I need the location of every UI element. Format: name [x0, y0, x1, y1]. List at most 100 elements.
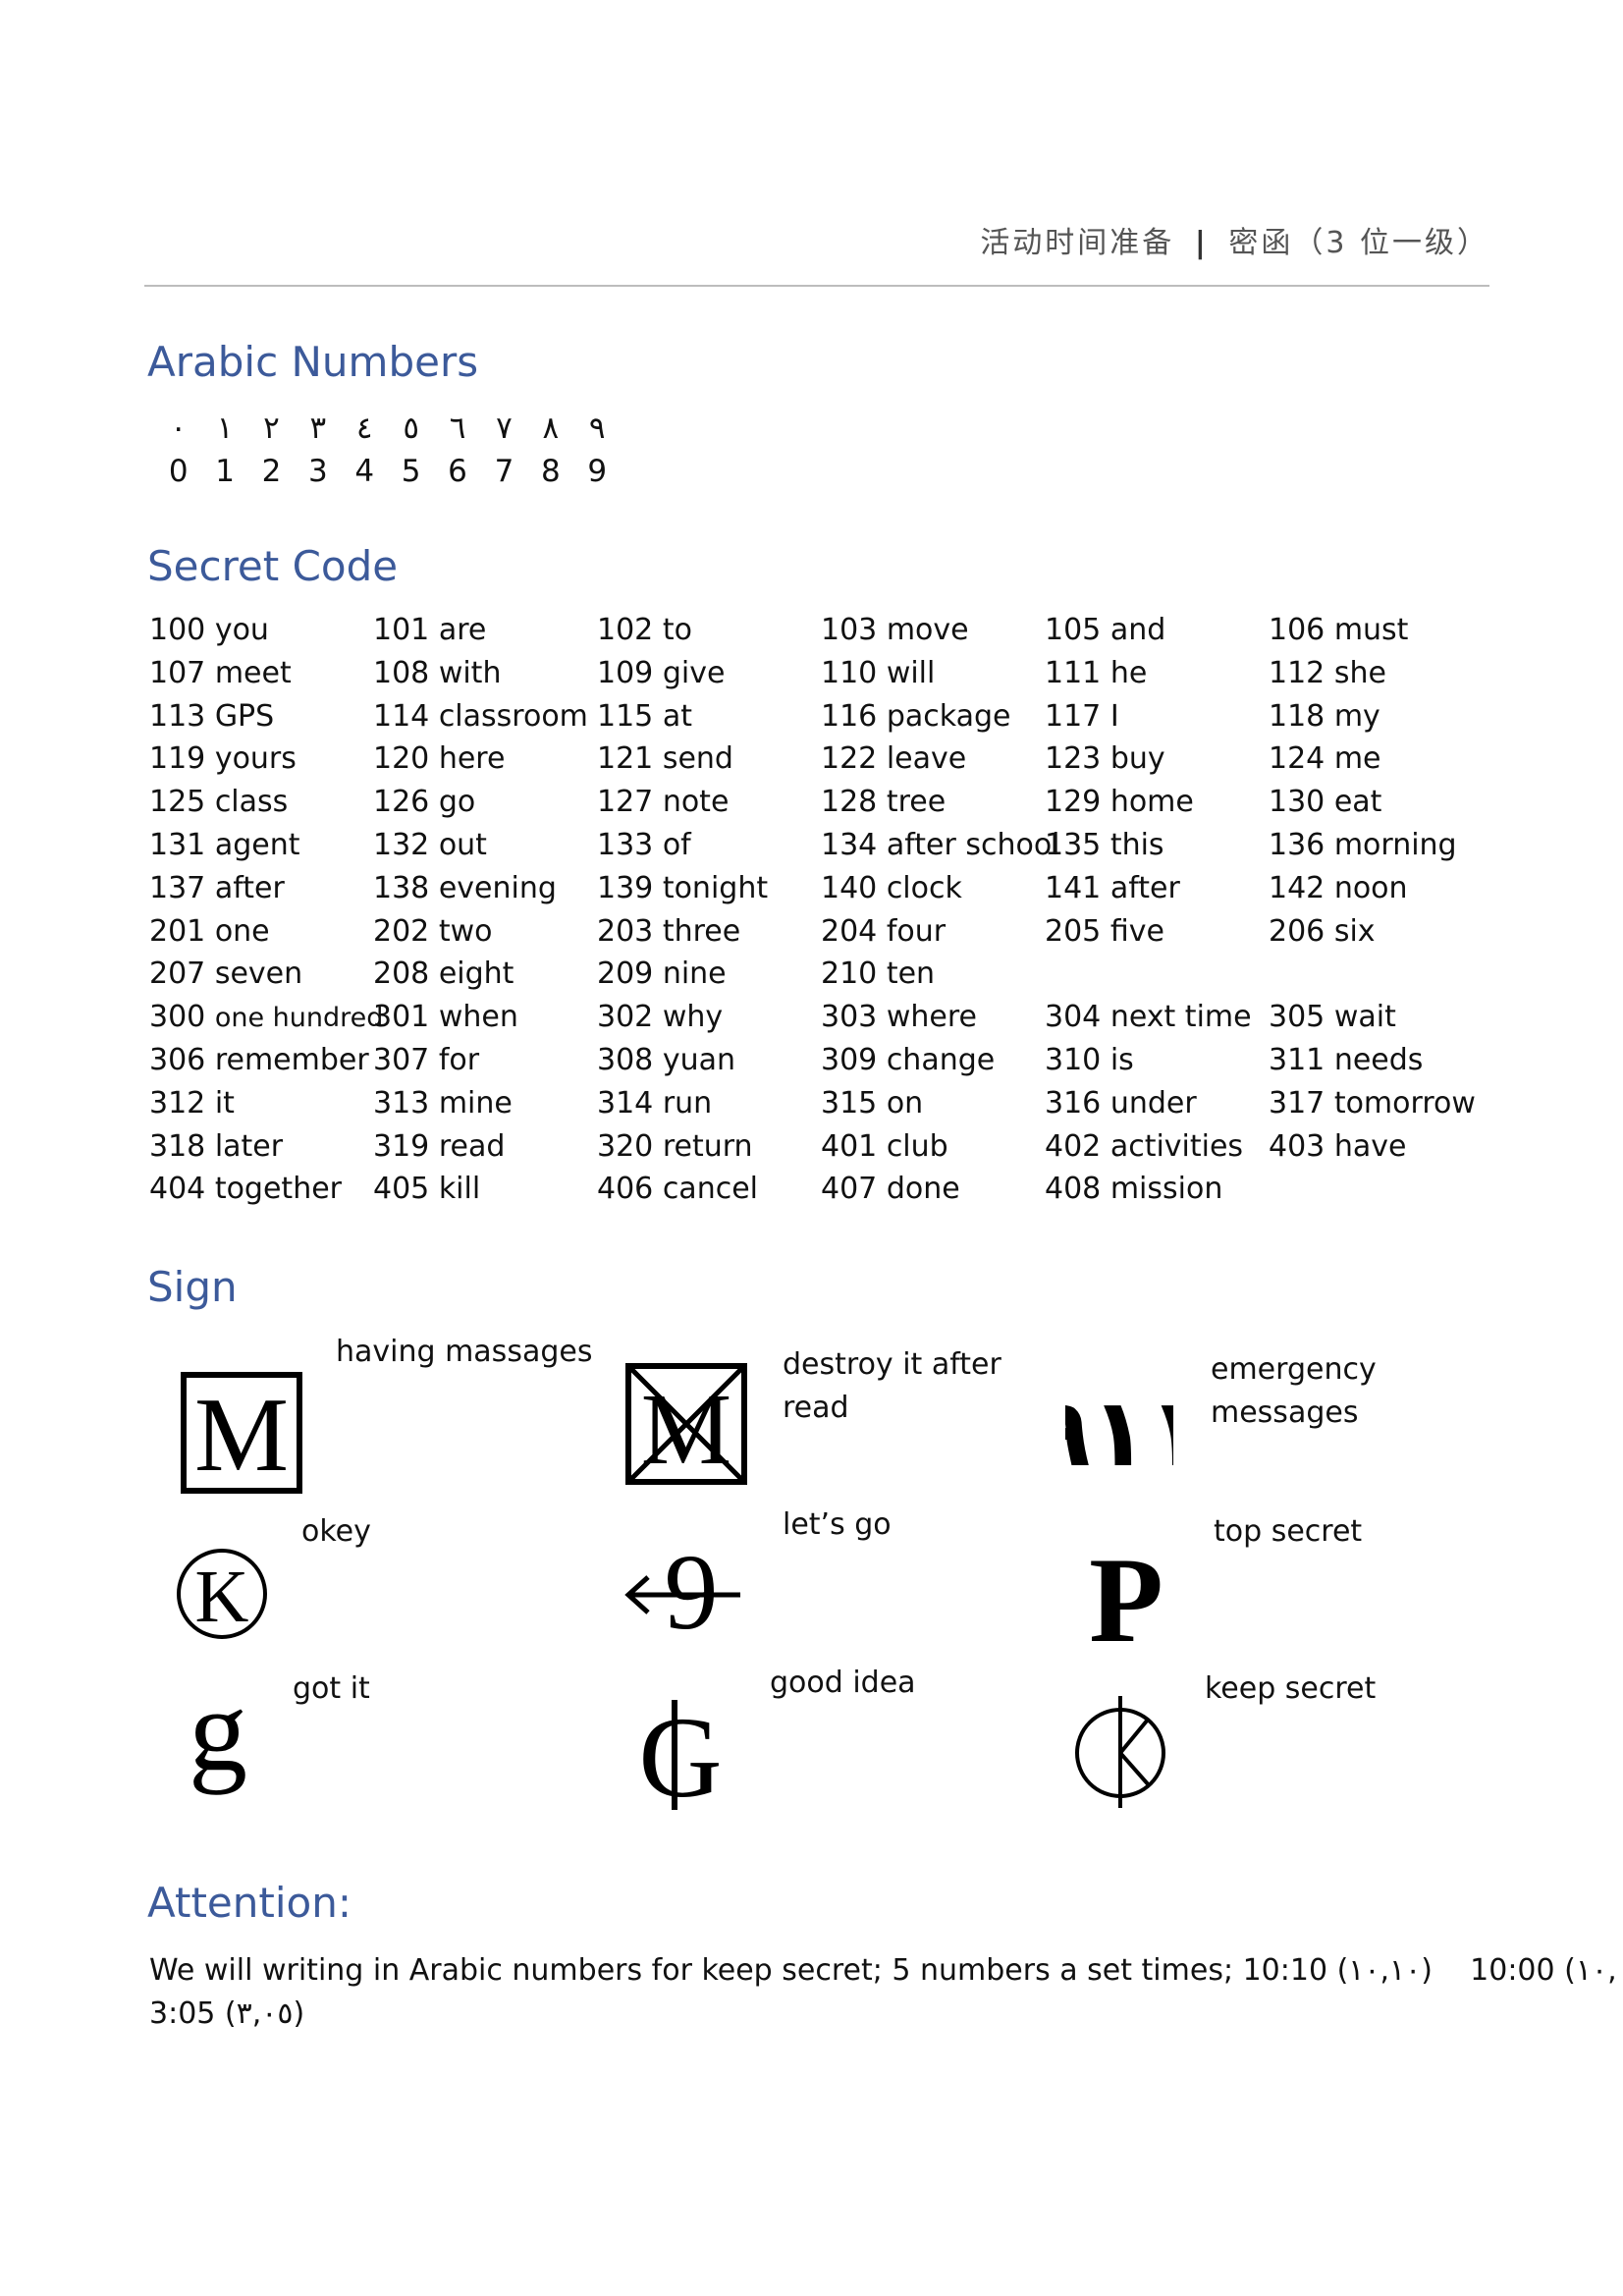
- arabic-digit: ١: [216, 410, 234, 446]
- code-word: after: [214, 870, 285, 905]
- code-word: mission: [1109, 1172, 1223, 1207]
- code-number: 128: [821, 785, 878, 820]
- code-number: 140: [821, 870, 878, 905]
- code-entry: 303 where: [821, 1000, 1045, 1043]
- code-number: 131: [149, 827, 206, 862]
- arabic-digit: ٣: [309, 410, 327, 446]
- code-number: 204: [821, 913, 878, 949]
- code-entry: 402 activities: [1045, 1129, 1269, 1173]
- good-idea-label: good idea: [770, 1666, 916, 1700]
- code-word: buy: [1109, 741, 1165, 777]
- code-number: 303: [821, 1000, 878, 1035]
- svg-text:٩١١: ٩١١: [1065, 1378, 1173, 1483]
- code-entry: 319 read: [373, 1129, 597, 1173]
- code-number: 101: [373, 613, 430, 647]
- code-entry: 207 seven: [149, 957, 373, 1000]
- code-number: 142: [1269, 870, 1325, 905]
- code-number: 302: [597, 1000, 654, 1035]
- code-word: tonight: [662, 870, 769, 905]
- code-word: after: [1109, 870, 1180, 905]
- svg-text:9: 9: [665, 1538, 719, 1646]
- arabic-digit: ٠: [170, 410, 188, 446]
- western-digit: 8: [540, 454, 561, 489]
- code-entry: 206 six: [1269, 914, 1492, 957]
- code-word: class: [214, 785, 289, 820]
- code-number: 402: [1045, 1128, 1102, 1164]
- code-entry: 114 classroom: [373, 699, 597, 742]
- code-number: 106: [1269, 613, 1325, 647]
- code-entry: 103 move: [821, 613, 1045, 656]
- code-word: later: [214, 1128, 284, 1164]
- code-number: 407: [821, 1172, 878, 1207]
- svg-text:G: G: [638, 1696, 722, 1812]
- code-number: 313: [373, 1085, 430, 1121]
- code-number: 110: [821, 655, 878, 690]
- code-number: 301: [373, 1000, 430, 1035]
- having-messages-label: having massages: [336, 1335, 593, 1369]
- code-number: 300: [149, 1000, 206, 1035]
- code-number: 123: [1045, 741, 1102, 777]
- code-word: one: [214, 913, 270, 949]
- code-word: clock: [886, 870, 962, 905]
- code-number: 209: [597, 957, 654, 992]
- code-word: go: [438, 785, 476, 820]
- code-entry: 109 give: [597, 656, 821, 699]
- code-word: on: [886, 1085, 924, 1121]
- code-entry: 315 on: [821, 1086, 1045, 1129]
- code-entry: [1269, 1172, 1492, 1215]
- code-word: noon: [1333, 870, 1408, 905]
- code-entry: 320 return: [597, 1129, 821, 1173]
- code-number: 127: [597, 785, 654, 820]
- arabic-digit: ٥: [403, 410, 419, 446]
- code-entry: 125 class: [149, 785, 373, 828]
- code-entry: 121 send: [597, 741, 821, 785]
- code-word: six: [1333, 913, 1376, 949]
- code-word: me: [1333, 741, 1381, 777]
- code-number: 404: [149, 1172, 206, 1207]
- code-entry: 132 out: [373, 828, 597, 871]
- code-number: 318: [149, 1128, 206, 1164]
- code-number: 120: [373, 741, 430, 777]
- code-word: cancel: [662, 1172, 758, 1207]
- code-word: you: [214, 613, 269, 647]
- emergency-label: emergency messages: [1211, 1352, 1377, 1430]
- western-digit: 1: [215, 454, 235, 489]
- western-digit: 6: [448, 454, 467, 489]
- code-word: morning: [1333, 827, 1457, 862]
- code-number: 116: [821, 698, 878, 734]
- code-word: kill: [438, 1172, 481, 1207]
- code-entry: 120 here: [373, 741, 597, 785]
- page-header: 活动时间准备 | 密函（3 位一级）: [144, 218, 1489, 261]
- code-number: 105: [1045, 613, 1102, 647]
- code-word: home: [1109, 785, 1194, 820]
- code-number: 403: [1269, 1128, 1325, 1164]
- code-word: must: [1333, 613, 1409, 647]
- code-number: 316: [1045, 1085, 1102, 1121]
- arabic-digit: ٦: [449, 410, 466, 446]
- western-digit: 9: [587, 454, 608, 489]
- code-number: 102: [597, 613, 654, 647]
- western-digit: 0: [168, 454, 189, 489]
- code-word: under: [1109, 1085, 1197, 1121]
- code-number: 100: [149, 613, 206, 647]
- code-number: 306: [149, 1042, 206, 1077]
- code-word: eat: [1333, 785, 1382, 820]
- arabic-digits-row: ٠١٢٣٤٥٦٧٨٩: [155, 410, 621, 446]
- code-number: 405: [373, 1172, 430, 1207]
- code-entry: [1045, 957, 1269, 1000]
- code-number: 121: [597, 741, 654, 777]
- code-entry: 115 at: [597, 699, 821, 742]
- top-secret-label: top secret: [1214, 1514, 1363, 1549]
- code-word: I: [1109, 698, 1119, 734]
- code-number: 210: [821, 957, 878, 992]
- code-entry: 107 meet: [149, 656, 373, 699]
- code-entry: 317 tomorrow: [1269, 1086, 1492, 1129]
- code-entry: 138 evening: [373, 871, 597, 914]
- code-number: 408: [1045, 1172, 1102, 1207]
- code-word: four: [886, 913, 947, 949]
- western-digit: 5: [401, 454, 421, 489]
- code-word: yours: [214, 741, 297, 777]
- svg-text:K: K: [195, 1556, 249, 1638]
- code-entry: 117 I: [1045, 699, 1269, 742]
- code-entry: 309 change: [821, 1043, 1045, 1086]
